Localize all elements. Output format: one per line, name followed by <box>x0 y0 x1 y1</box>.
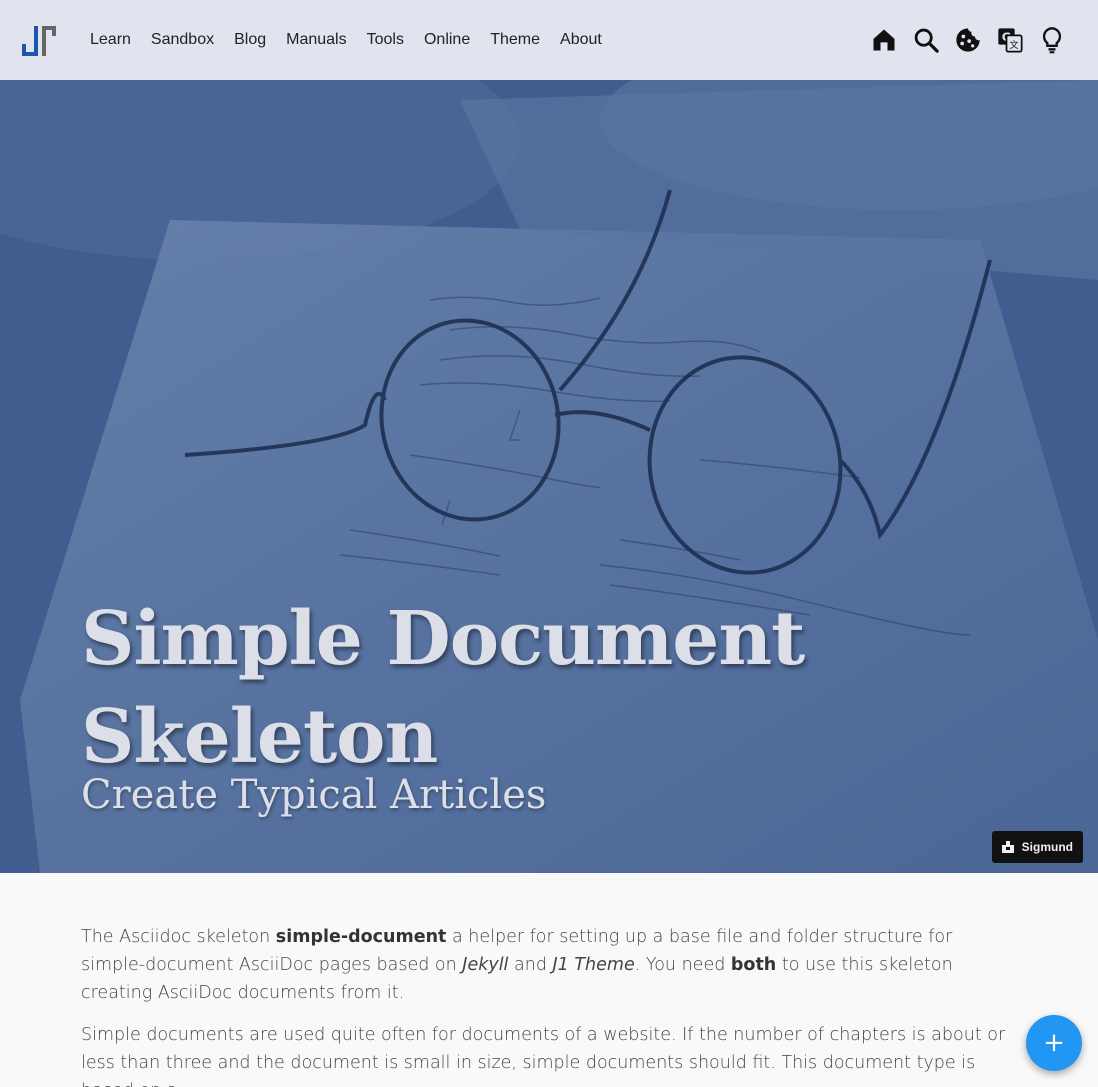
hero-header: Simple Document Skeleton Create Typical … <box>0 80 1098 873</box>
search-icon[interactable] <box>910 22 942 58</box>
emphasis-jekyll: Jekyll <box>462 955 509 975</box>
svg-text:文: 文 <box>1009 39 1018 51</box>
plus-icon: + <box>1043 1028 1065 1058</box>
main-content: The Asciidoc skeleton simple-document a … <box>0 873 1098 1087</box>
page-title: Simple Document Skeleton <box>81 596 805 780</box>
nav-link-theme[interactable]: Theme <box>480 0 550 80</box>
nav-link-tools[interactable]: Tools <box>357 0 414 80</box>
text-span: and <box>508 955 553 975</box>
main-menu: Learn Sandbox Blog Manuals Tools Online … <box>80 0 612 80</box>
floating-action-button[interactable]: + <box>1026 1015 1082 1071</box>
nav-link-blog[interactable]: Blog <box>224 0 276 80</box>
camera-icon <box>1001 841 1014 853</box>
nav-link-sandbox[interactable]: Sandbox <box>141 0 224 80</box>
home-icon[interactable] <box>868 22 900 58</box>
navbar: Learn Sandbox Blog Manuals Tools Online … <box>0 0 1098 80</box>
quicklinks: G 文 <box>868 22 1068 58</box>
j1-logo[interactable] <box>20 20 60 60</box>
text-span: . You need <box>634 955 731 975</box>
nav-link-online[interactable]: Online <box>414 0 480 80</box>
nav-link-about[interactable]: About <box>550 0 612 80</box>
image-credit-badge[interactable]: Sigmund <box>991 831 1083 863</box>
image-credit-label: Sigmund <box>1021 840 1073 854</box>
nav-link-learn[interactable]: Learn <box>80 0 141 80</box>
nav-link-manuals[interactable]: Manuals <box>276 0 356 80</box>
translate-icon[interactable]: G 文 <box>994 22 1026 58</box>
emphasis-simple-document: simple-document <box>275 927 447 947</box>
intro-paragraph: The Asciidoc skeleton simple-document a … <box>81 923 1018 1007</box>
page-subtitle: Create Typical Articles <box>81 772 547 818</box>
second-paragraph: Simple documents are used quite often fo… <box>81 1025 1006 1087</box>
text-span: The Asciidoc skeleton <box>81 927 276 947</box>
emphasis-both: both <box>730 955 777 975</box>
emphasis-j1-theme: J1 Theme <box>552 955 635 975</box>
cookie-icon[interactable] <box>952 22 984 58</box>
lightbulb-icon[interactable] <box>1036 22 1068 58</box>
